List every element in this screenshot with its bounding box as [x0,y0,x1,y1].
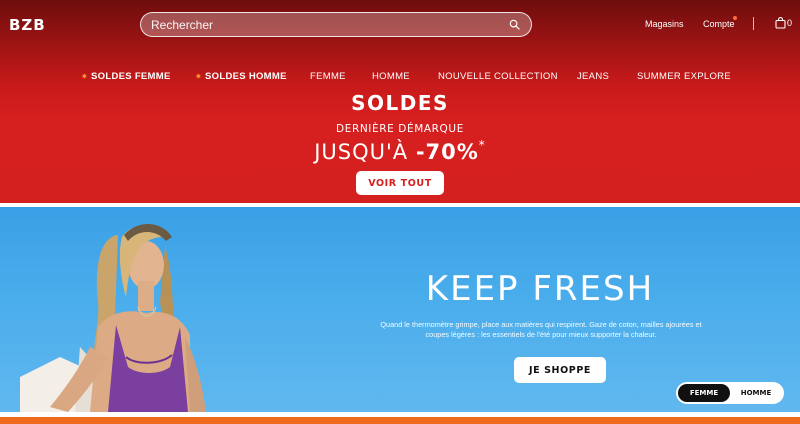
search-input[interactable] [151,17,507,32]
promo-discount: JUSQU'À -70%* [0,138,800,164]
search-icon[interactable] [507,18,521,32]
stores-link[interactable]: Magasins [645,19,684,29]
fresh-title: KEEP FRESH [425,269,655,309]
account-notification-dot [733,16,737,20]
promo-subtitle: DERNIÈRE DÉMARQUE [336,123,464,135]
logo[interactable]: BZB [9,16,46,34]
cart-button[interactable]: 0 [775,17,792,29]
nav-item-soldes-homme[interactable]: ✷ SOLDES HOMME [195,71,287,82]
bag-icon [775,17,786,29]
nav-item-homme[interactable]: HOMME [372,71,410,82]
model-photo[interactable] [20,207,220,412]
account-link[interactable]: Compte [703,19,735,29]
cart-count: 0 [787,18,793,28]
je-shoppe-button[interactable]: JE SHOPPE [514,357,606,383]
promo-percent: -70% [415,140,479,164]
fresh-description: Quand le thermomètre grimpe, place aux m… [380,320,702,339]
sale-star-icon: ✷ [81,72,89,81]
promo-title: SOLDES [351,91,449,115]
header-divider [753,17,754,30]
nav-item-soldes-femme[interactable]: ✷ SOLDES FEMME [81,71,171,82]
next-banner-edge [0,417,800,424]
sale-star-icon: ✷ [195,72,203,81]
gender-toggle: FEMME HOMME [676,382,784,404]
voir-tout-button[interactable]: VOIR TOUT [356,171,444,195]
nav-item-femme[interactable]: FEMME [310,71,346,82]
keep-fresh-hero: KEEP FRESH Quand le thermomètre grimpe, … [0,207,800,412]
nav-item-nouvelle-collection[interactable]: NOUVELLE COLLECTION [438,71,558,82]
promo-hero: BZB Magasins Compte 0 ✷SOLDES FEMME ✷SOL… [0,0,800,203]
nav-item-summer-explore[interactable]: SUMMER EXPLORE [637,71,731,82]
promo-asterisk: * [478,138,486,152]
promo-prefix: JUSQU'À [314,140,416,164]
main-nav: ✷ SOLDES FEMME ✷ SOLDES HOMME FEMME HOMME … [0,71,800,85]
toggle-femme[interactable]: FEMME [678,384,730,402]
search-bar[interactable] [140,12,532,37]
toggle-homme[interactable]: HOMME [730,384,782,402]
nav-item-jeans[interactable]: JEANS [577,71,609,82]
